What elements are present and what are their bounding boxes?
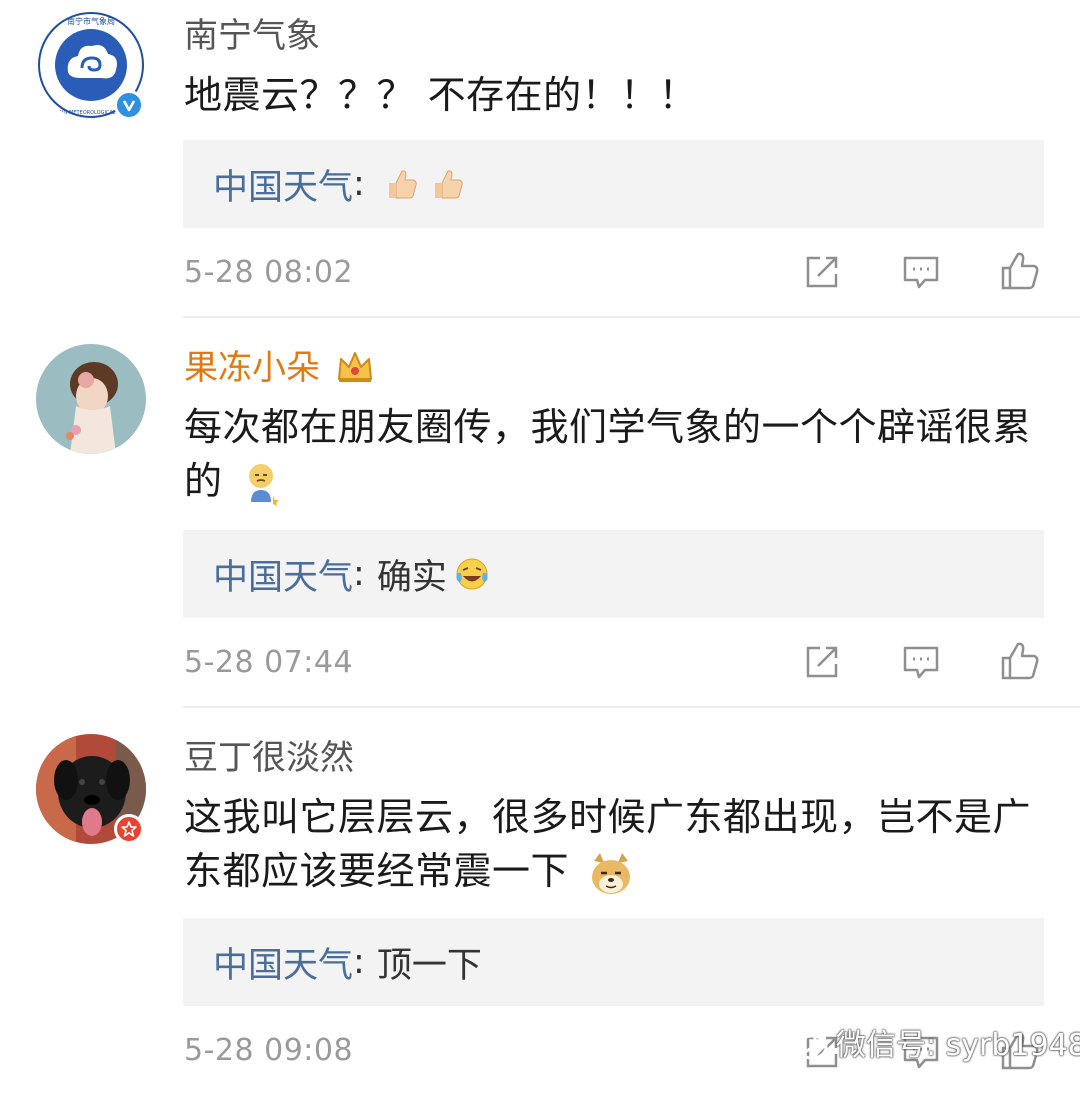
comment-text: 地震云？？？ 不存在的！！！ xyxy=(184,73,698,117)
comment-item: 果冻小朵 每次都在朋友圈传，我们学气象的一个个辟谣很累的 中国天气 : 确实 5… xyxy=(0,318,1080,708)
comment-text: 每次都在朋友圈传，我们学气象的一个个辟谣很累的 xyxy=(184,400,1054,508)
thumbs-up-outline-icon[interactable] xyxy=(998,250,1042,294)
comment-icon[interactable] xyxy=(899,250,943,294)
comment-item: 南宁市气象局 NANNING METEOROLOGICAL SERVICE 南宁… xyxy=(0,0,1080,318)
comment-icon[interactable] xyxy=(899,640,943,684)
doge-emoji-icon xyxy=(591,852,630,894)
username[interactable]: 果冻小朵 xyxy=(184,348,375,388)
sitting-sad-emoji-icon xyxy=(249,463,280,506)
verified-icon xyxy=(114,90,144,120)
thumbs-up-outline-icon[interactable] xyxy=(998,640,1042,684)
laughing-tears-emoji-icon xyxy=(456,558,488,590)
reply-author[interactable]: 中国天气 xyxy=(213,159,353,210)
reply-box[interactable]: 中国天气 : xyxy=(183,140,1044,228)
crown-vip-icon[interactable] xyxy=(335,347,375,387)
reply-separator: : xyxy=(353,164,365,204)
forward-icon[interactable] xyxy=(800,640,844,684)
forward-icon[interactable] xyxy=(800,250,844,294)
timestamp: 5-28 07:44 xyxy=(184,645,354,680)
reply-box[interactable]: 中国天气 : 顶一下 xyxy=(183,918,1044,1006)
reply-box[interactable]: 中国天气 : 确实 xyxy=(183,530,1044,618)
avatar[interactable] xyxy=(36,344,146,454)
thumbs-up-icon xyxy=(388,170,417,199)
comment-text-body: 每次都在朋友圈传，我们学气象的一个个辟谣很累的 xyxy=(184,405,1032,503)
logo-ring-text-top: 南宁市气象局 xyxy=(67,16,115,26)
reply-text: 顶一下 xyxy=(376,945,482,986)
username[interactable]: 豆丁很淡然 xyxy=(184,738,354,778)
reply-author[interactable]: 中国天气 xyxy=(213,937,353,988)
wechat-icon xyxy=(779,1023,828,1060)
illustrated-girl-avatar-icon xyxy=(36,344,146,454)
timestamp: 5-28 08:02 xyxy=(184,255,354,290)
thumbs-up-icon xyxy=(434,170,463,199)
reply-separator: : xyxy=(353,942,365,982)
username-text: 果冻小朵 xyxy=(184,348,320,388)
reply-author[interactable]: 中国天气 xyxy=(213,549,353,600)
username[interactable]: 南宁气象 xyxy=(184,16,320,56)
comment-text: 这我叫它层层云，很多时候广东都出现，岂不是广东都应该要经常震一下 xyxy=(184,790,1054,898)
timestamp: 5-28 09:08 xyxy=(184,1033,354,1068)
reply-text: 确实 xyxy=(376,557,447,598)
watermark-text: 微信号: syrb1948 xyxy=(836,1028,1080,1063)
watermark: 微信号: syrb1948 xyxy=(778,1020,1080,1064)
reply-separator: : xyxy=(353,554,365,594)
red-star-badge-icon xyxy=(114,814,144,844)
